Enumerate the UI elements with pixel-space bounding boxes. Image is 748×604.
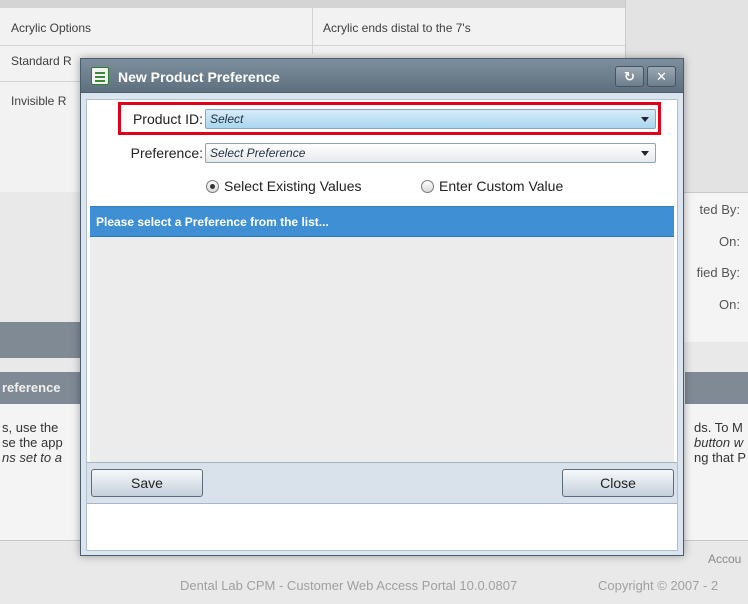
close-icon: ✕ (656, 69, 667, 84)
section-header: reference (0, 372, 88, 404)
preference-select[interactable]: Select Preference (205, 143, 656, 163)
help-line: s, use the (2, 420, 59, 435)
refresh-icon: ↻ (624, 69, 635, 84)
help-line: button w (694, 435, 744, 450)
grid-cell: Invisible R (11, 94, 67, 108)
grid-cell: Standard R (11, 54, 72, 68)
dialog-button-bar: Save Close (87, 462, 677, 504)
product-id-label: Product ID: (132, 111, 203, 127)
close-button[interactable]: Close (562, 469, 674, 497)
help-line: ng that P (694, 450, 747, 465)
dialog-title-bar[interactable]: New Product Preference ↻ ✕ (81, 59, 683, 93)
preference-list[interactable]: Please select a Preference from the list… (90, 206, 674, 462)
chevron-down-icon (641, 151, 649, 156)
product-id-select[interactable]: Select (205, 109, 656, 129)
preference-label: Preference: (130, 145, 203, 161)
refresh-button[interactable]: ↻ (615, 66, 644, 87)
form-icon (91, 67, 109, 85)
section-header-title: reference (2, 380, 61, 395)
footer-portal-text: Dental Lab CPM - Customer Web Access Por… (180, 578, 518, 593)
chevron-down-icon (641, 117, 649, 122)
dialog-body: Product ID: Select Preference: Select Pr… (86, 99, 678, 551)
footer-account-link[interactable]: Accou (708, 552, 741, 566)
created-by-label: ted By: (699, 202, 740, 217)
radio-select-existing-label[interactable]: Select Existing Values (224, 178, 361, 194)
toolbar-strip (0, 322, 88, 358)
grid-cell: Acrylic ends distal to the 7's (323, 21, 471, 35)
save-button[interactable]: Save (91, 469, 203, 497)
radio-enter-custom[interactable] (421, 180, 434, 193)
radio-enter-custom-label[interactable]: Enter Custom Value (439, 178, 563, 194)
new-product-preference-dialog: New Product Preference ↻ ✕ Product ID: S… (80, 58, 684, 556)
preference-value: Select Preference (210, 146, 306, 160)
section-header-right (685, 372, 748, 404)
preference-list-prompt: Please select a Preference from the list… (96, 215, 329, 229)
created-on-label: On: (719, 234, 740, 249)
close-dialog-button[interactable]: ✕ (647, 66, 676, 87)
preference-list-header: Please select a Preference from the list… (90, 207, 674, 237)
help-line: ns set to a (2, 450, 62, 465)
footer-copyright: Copyright © 2007 - 2 (598, 578, 719, 593)
modified-on-label: On: (719, 297, 740, 312)
help-line: ds. To M (694, 420, 743, 435)
help-text-left: s, use the se the app ns set to a (0, 404, 88, 540)
radio-select-existing[interactable] (206, 180, 219, 193)
grid-cell: Acrylic Options (11, 21, 92, 35)
help-line: se the app (2, 435, 63, 450)
help-text-right: ds. To M button w ng that P (685, 404, 748, 540)
grid-column-divider (312, 8, 313, 54)
product-id-value: Select (210, 112, 244, 126)
dialog-title: New Product Preference (118, 69, 280, 85)
modified-by-label: fied By: (696, 265, 740, 280)
